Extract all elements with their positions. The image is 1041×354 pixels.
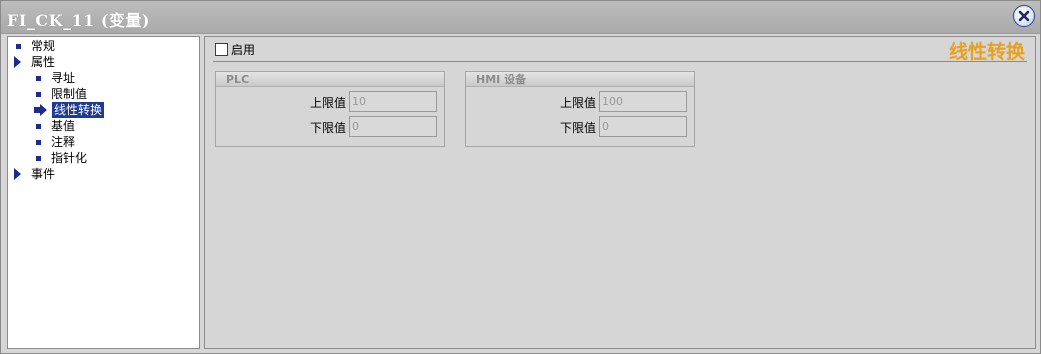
plc-lower-input[interactable]: 0 [349,116,437,137]
tree-item-label: 常规 [31,39,56,53]
hmi-upper-input[interactable]: 100 [599,91,687,112]
hmi-lower-label: 下限值 [559,121,596,135]
tree-item-properties[interactable]: 属性 [14,54,55,70]
bullet-icon [36,75,41,81]
plc-group-header: PLC [216,72,444,87]
tree-item-label: 寻址 [51,71,76,85]
hmi-upper-label: 上限值 [559,96,596,110]
hmi-group: HMI 设备 上限值 100 下限值 0 [465,71,695,147]
tree-item-linear-scaling[interactable]: 线性转换 [34,102,105,118]
plc-lower-row: 下限值 0 [216,116,444,138]
content-panel: 启用 线性转换 PLC 上限值 10 下限值 0 HMI 设备 上限值 100 … [204,36,1036,349]
selected-arrow-icon [34,104,48,116]
tree-item-label: 属性 [31,55,56,69]
title-bar: FI_CK_11 (变量) [1,1,1040,34]
bullet-icon [36,139,41,145]
tree-item-pointer[interactable]: 指针化 [36,150,87,166]
tree-item-label: 线性转换 [52,102,105,118]
tree-item-general[interactable]: 常规 [16,38,55,54]
close-icon [1018,10,1030,22]
header-divider [213,61,1027,62]
hmi-lower-input[interactable]: 0 [599,116,687,137]
expand-triangle-icon [14,168,21,180]
plc-upper-input[interactable]: 10 [349,91,437,112]
bullet-icon [16,43,21,49]
enable-label: 启用 [231,43,256,57]
bullet-icon [36,155,41,161]
hmi-upper-row: 上限值 100 [466,91,694,113]
enable-checkbox[interactable] [215,43,228,56]
bullet-icon [36,91,41,97]
tree-item-addressing[interactable]: 寻址 [36,70,75,86]
properties-window: FI_CK_11 (变量) 常规 属性 寻址 限制值 线性转换 基值 注释 指针… [0,0,1041,354]
plc-upper-label: 上限值 [309,96,346,110]
tree-item-label: 限制值 [51,87,88,101]
tree-item-comment[interactable]: 注释 [36,134,75,150]
plc-group: PLC 上限值 10 下限值 0 [215,71,445,147]
tree-item-label: 事件 [31,167,56,181]
plc-lower-label: 下限值 [309,121,346,135]
tree-item-base-value[interactable]: 基值 [36,118,75,134]
section-title: 线性转换 [948,41,1025,63]
tree-item-label: 指针化 [51,151,88,165]
tree-item-label: 注释 [51,135,76,149]
hmi-group-header: HMI 设备 [466,72,694,87]
expand-triangle-icon [14,56,21,68]
hmi-lower-row: 下限值 0 [466,116,694,138]
tree-item-limits[interactable]: 限制值 [36,86,87,102]
plc-upper-row: 上限值 10 [216,91,444,113]
bullet-icon [36,123,41,129]
enable-checkbox-row[interactable]: 启用 [215,41,255,58]
navigation-tree: 常规 属性 寻址 限制值 线性转换 基值 注释 指针化 事件 [7,36,200,349]
tree-item-label: 基值 [51,119,76,133]
close-button[interactable] [1013,5,1035,27]
window-title: FI_CK_11 (变量) [7,11,150,30]
tree-item-events[interactable]: 事件 [14,166,55,182]
